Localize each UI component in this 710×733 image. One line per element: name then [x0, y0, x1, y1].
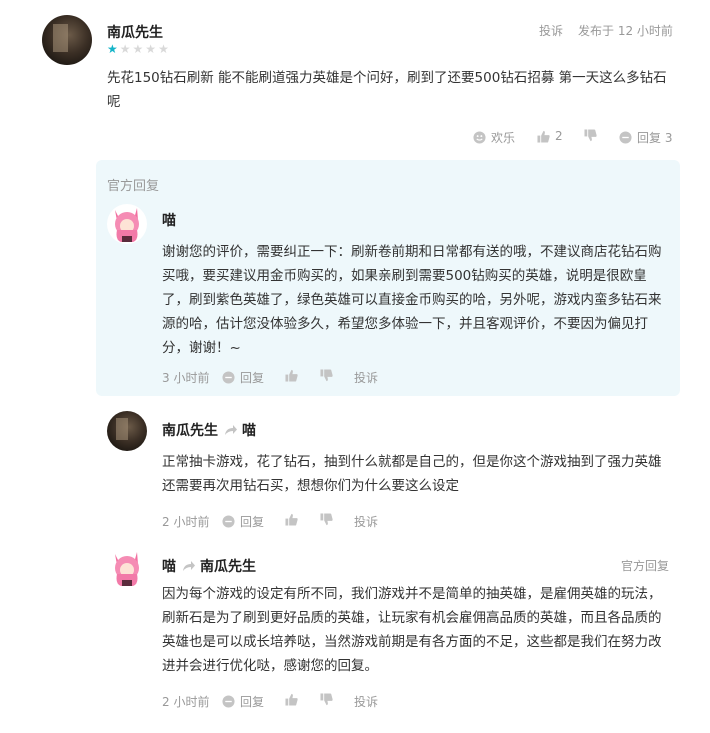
reply-time: 2 小时前 — [162, 695, 210, 709]
reply-like-button[interactable] — [285, 513, 303, 526]
reply-header: 南瓜先生 喵 — [162, 420, 256, 440]
official-reply-badge: 官方回复 — [621, 559, 670, 573]
comment-icon — [222, 695, 235, 708]
author-name[interactable]: 南瓜先生 — [107, 22, 163, 42]
reply-arrow-icon — [183, 561, 195, 571]
dislike-button[interactable] — [584, 129, 602, 142]
reply-report-link[interactable]: 投诉 — [354, 513, 378, 530]
reply-avatar[interactable] — [107, 548, 147, 588]
official-reply-text: 谢谢您的评价，需要纠正一下：刷新卷前期和日常都有送的哦，不建议商店花钻石购买哦，… — [162, 244, 662, 356]
reply-count-label: 回复 3 — [637, 131, 673, 145]
reply-report-link[interactable]: 投诉 — [354, 693, 378, 710]
like-button[interactable]: 2 — [537, 129, 563, 143]
reply-author-name[interactable]: 南瓜先生 — [162, 420, 218, 440]
reply-target-name[interactable]: 南瓜先生 — [200, 556, 256, 576]
official-reply-time: 3 小时前 — [162, 371, 210, 385]
reply-dislike-button[interactable] — [320, 693, 338, 706]
reply-label: 回复 — [240, 371, 265, 385]
reply-author-name[interactable]: 喵 — [162, 556, 176, 576]
happy-button[interactable]: 欢乐 — [473, 129, 515, 146]
comment-icon — [619, 131, 632, 144]
reply-text: 因为每个游戏的设定有所不同，我们游戏并不是简单的抽英雄，是雇佣英雄的玩法，刷新石… — [162, 586, 662, 674]
anime-avatar-icon — [115, 208, 139, 242]
thumbs-down-icon — [320, 369, 333, 382]
star-empty-icon: ★ — [119, 42, 131, 56]
reply-label: 回复 — [240, 515, 265, 529]
author-avatar[interactable] — [42, 15, 92, 65]
thumbs-up-icon — [537, 130, 550, 143]
reply-reply-button[interactable]: 回复 — [222, 693, 264, 710]
thumbs-up-icon — [285, 513, 298, 526]
official-like-button[interactable] — [285, 369, 303, 382]
reply-avatar[interactable] — [107, 411, 147, 451]
reply-count-button[interactable]: 回复 3 — [619, 129, 672, 146]
reply-reply-button[interactable]: 回复 — [222, 513, 264, 530]
official-report-link[interactable]: 投诉 — [354, 369, 378, 386]
star-filled-icon: ★ — [107, 42, 118, 56]
comment-icon — [222, 371, 235, 384]
star-empty-icon: ★ — [132, 42, 144, 56]
report-link[interactable]: 投诉 — [539, 22, 563, 39]
anime-avatar-icon — [115, 552, 139, 586]
reply-text: 正常抽卡游戏，花了钻石，抽到什么就都是自己的，但是你这个游戏抽到了强力英雄还需要… — [162, 454, 662, 494]
rating-stars: ★ ★ ★ ★ ★ — [107, 43, 169, 55]
reply-target-name[interactable]: 喵 — [242, 420, 256, 440]
thumbs-up-icon — [285, 693, 298, 706]
review-text: 先花150钻石刷新 能不能刷道强力英雄是个问好，刷到了还要500钻石招募 第一天… — [107, 70, 667, 110]
official-author-name[interactable]: 喵 — [162, 210, 176, 230]
reply-header: 喵 南瓜先生 — [162, 556, 256, 576]
thumbs-down-icon — [320, 513, 333, 526]
official-dislike-button[interactable] — [320, 369, 338, 382]
reply-label: 回复 — [240, 695, 265, 709]
reply-dislike-button[interactable] — [320, 513, 338, 526]
post-time: 发布于 12 小时前 — [578, 24, 673, 38]
thumbs-up-icon — [285, 369, 298, 382]
happy-label: 欢乐 — [491, 131, 516, 145]
smile-icon — [473, 131, 486, 144]
reply-like-button[interactable] — [285, 693, 303, 706]
star-empty-icon: ★ — [145, 42, 157, 56]
like-count: 2 — [555, 129, 563, 143]
thumbs-down-icon — [320, 693, 333, 706]
reply-time: 2 小时前 — [162, 515, 210, 529]
thumbs-down-icon — [584, 129, 597, 142]
star-empty-icon: ★ — [158, 42, 169, 56]
comment-icon — [222, 515, 235, 528]
official-avatar[interactable] — [107, 204, 147, 244]
official-reply-button[interactable]: 回复 — [222, 369, 264, 386]
official-reply-header: 官方回复 — [107, 179, 160, 194]
reply-arrow-icon — [225, 425, 237, 435]
